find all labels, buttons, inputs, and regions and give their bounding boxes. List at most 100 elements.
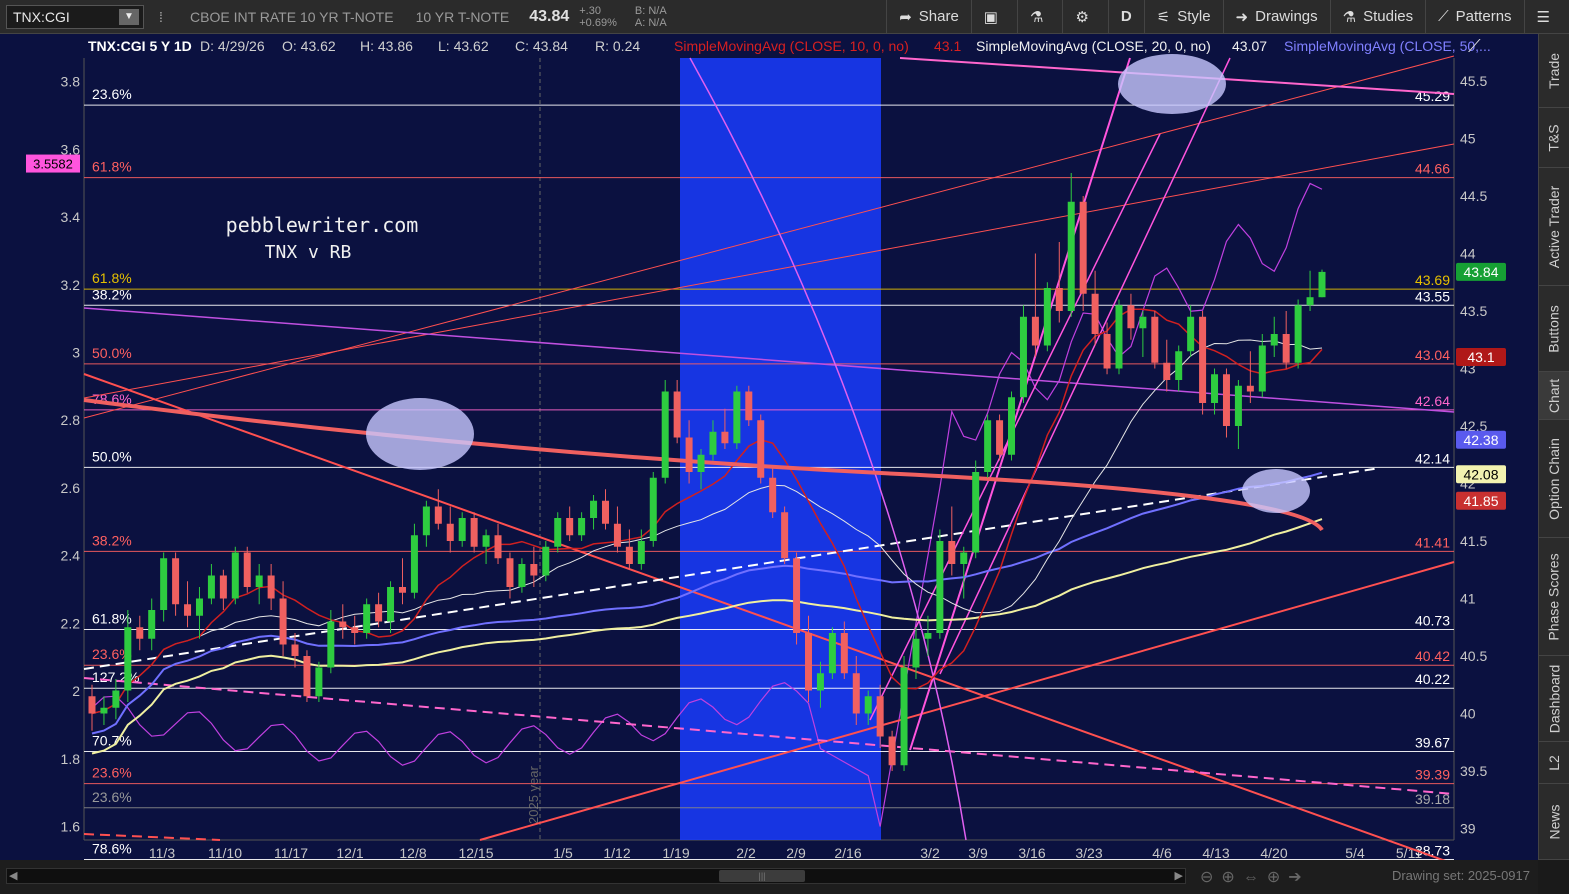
candle-body [1067,201,1075,311]
crosshair-icon[interactable]: ⊕ [1267,869,1288,886]
scroll-left-icon[interactable]: ◀ [9,869,17,882]
scroll-right-icon[interactable]: ▶ [1175,869,1183,882]
candle-body [1199,316,1207,403]
link-icon[interactable]: ⁞ [150,6,172,28]
candle-body [613,523,621,547]
sidebar-tab-phase-scores[interactable]: Phase Scores [1539,538,1569,656]
sidebar-tab-t-s[interactable]: T&S [1539,108,1569,168]
candle-body [816,673,824,691]
scroll-thumb[interactable]: ||| [719,870,805,882]
highlight-ellipse [1242,469,1310,513]
period-button[interactable]: D [1107,0,1144,34]
candle-body [339,621,347,628]
x-axis-tick-label: 2/16 [834,845,861,860]
fib-level-label: 38.2% [92,286,132,302]
candle-body [172,558,180,605]
header-date: D: 4/29/26 [200,38,265,54]
fib-level-value: 42.14 [1415,450,1450,466]
candle-body [219,575,227,599]
left-axis-tick-label: 2.8 [61,412,81,428]
fib-level-value: 44.66 [1415,161,1450,177]
x-axis-tick-label: 11/3 [149,845,175,860]
candle-body [422,506,430,536]
x-axis-tick-label: 3/16 [1018,845,1045,860]
chart-area[interactable]: 2025 year 11/3 11/10 11/17 12/1 12/8 12/15 1/5 1… [0,34,1538,860]
zoom-tools[interactable]: ⊖⊕⇔⊕➔ [1200,867,1310,887]
menu-button[interactable]: ☰ [1523,0,1569,34]
candle-body [100,707,108,714]
sidebar-tab-dashboard[interactable]: Dashboard [1539,656,1569,742]
candle-body [1008,397,1016,455]
sidebar-tab-option-chain[interactable]: Option Chain [1539,420,1569,538]
price-change: +.30 +0.69% [579,5,617,29]
candle-body [673,391,681,438]
left-axis-tick-label: 1.8 [61,751,81,767]
candle-body [1127,305,1135,329]
candle-body [912,638,920,668]
settings-button[interactable]: ⚙ [1062,0,1107,34]
style-button[interactable]: ⚟ Style [1143,0,1223,34]
horizontal-scrollbar[interactable]: ◀ ||| ▶ [6,868,1186,884]
zoom-in-icon[interactable]: ⊕ [1221,869,1242,886]
sidebar-tab-news[interactable]: News [1539,784,1569,860]
candle-body [661,391,669,478]
right-axis-tick-label: 43.5 [1460,303,1487,319]
x-axis-tick-label: 3/9 [968,845,988,860]
zoom-out-icon[interactable]: ⊖ [1200,869,1221,886]
candle-body [327,621,335,668]
symbol-input[interactable]: TNX:CGI ▼ [6,4,144,29]
patterns-button[interactable]: ⟋ Patterns [1425,0,1523,34]
chevron-down-icon[interactable]: ▼ [119,8,139,25]
gallery-button[interactable]: ▣ [970,0,1017,34]
header-high: H: 43.86 [360,38,413,54]
sidebar-tab-chart[interactable]: Chart [1539,372,1569,420]
sidebar-tab-buttons[interactable]: Buttons [1539,286,1569,372]
sidebar-tab-l2[interactable]: L2 [1539,742,1569,784]
symbol-short-description: 10 YR T-NOTE [415,8,510,25]
x-axis-tick-label: 12/15 [458,845,493,860]
studies-button[interactable]: ⚗ Studies [1329,0,1426,34]
share-button[interactable]: ➦ Share [886,0,971,34]
flask-icon: ⚗ [1342,8,1357,26]
left-axis-tick-label: 2.2 [61,615,81,631]
header-sma20-value: 43.07 [1232,38,1267,54]
left-axis-tick-label: 1.6 [61,818,81,834]
fib-level-value: 40.42 [1415,648,1450,664]
sidebar-tab-trade[interactable]: Trade [1539,34,1569,108]
toolbar: TNX:CGI ▼ ⁞ CBOE INT RATE 10 YR T-NOTE 1… [0,0,1569,34]
candle-body [136,627,144,639]
candle-body [1079,201,1087,294]
flask-icon: ⚗ [1029,8,1044,26]
flask-button[interactable]: ⚗ [1016,0,1062,34]
pan-icon[interactable]: ⇔ [1243,869,1267,886]
sidebar-tab-active-trader[interactable]: Active Trader [1539,168,1569,286]
left-axis-tick-label: 2.6 [61,480,81,496]
price-chart[interactable]: 2025 year 11/3 11/10 11/17 12/1 12/8 12/15 1/5 1… [0,34,1538,860]
fib-level-label: 23.6% [92,86,132,102]
header-range: R: 0.24 [595,38,640,54]
fib-level-label: 61.8% [92,270,132,286]
right-axis-tick-label: 45 [1460,131,1476,147]
x-axis-tick-label: 11/10 [208,845,242,860]
fib-level-value: 42.64 [1415,393,1450,409]
drawings-button[interactable]: ➜ Drawings [1222,0,1330,34]
style-label: Style [1177,8,1211,25]
bid-ask: B: N/A A: N/A [635,5,667,29]
sidebar-tab-label: T&S [1545,123,1562,152]
fib-level-value: 39.39 [1415,767,1450,783]
arrow-icon[interactable]: ➔ [1288,869,1309,886]
candle-body [1055,288,1063,311]
period-label: D [1120,8,1132,25]
candle-body [1151,316,1159,363]
candle-body [936,541,944,633]
candle-body [279,598,287,645]
candle-body [876,696,884,737]
patterns-label: Patterns [1455,8,1512,25]
bottom-bar: ◀ ||| ▶ ⊖⊕⇔⊕➔ Drawing set: 2025-0917 [0,860,1538,894]
candle-body [1258,345,1266,392]
price-tag: 42.08 [1463,466,1498,482]
highlight-ellipse [1118,54,1226,114]
candle-body [1091,293,1099,334]
header-low: L: 43.62 [438,38,489,54]
candle-body [745,391,753,421]
